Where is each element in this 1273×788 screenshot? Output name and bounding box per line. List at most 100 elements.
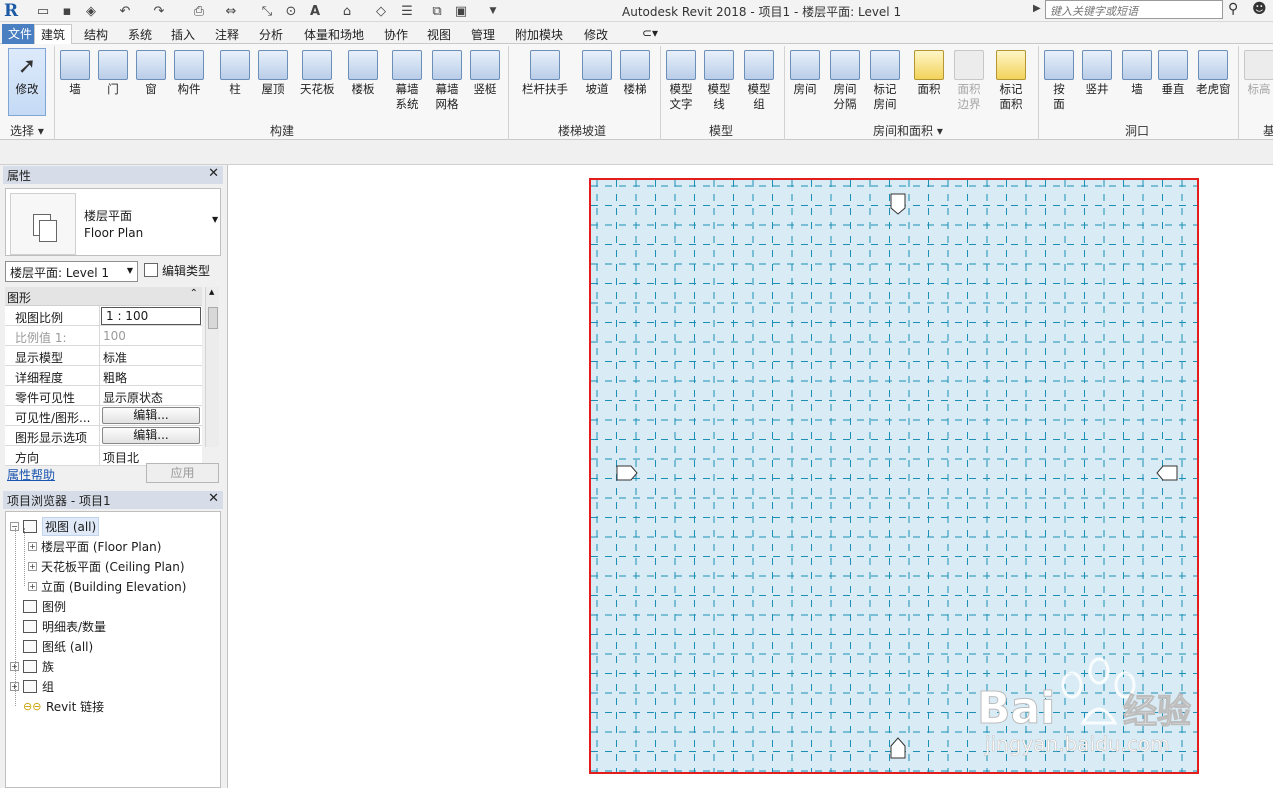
sync-icon[interactable]: ◈ — [82, 2, 100, 20]
ribbon-button-opening-0[interactable]: 按面 — [1044, 50, 1074, 112]
redo-icon[interactable]: ↷ — [150, 2, 168, 20]
measure-icon[interactable]: ⇔ — [222, 2, 240, 20]
tab-8[interactable]: 协作 — [378, 25, 414, 44]
chevron-down-icon[interactable]: ▼ — [212, 215, 218, 224]
tab-6[interactable]: 分析 — [253, 25, 289, 44]
property-value[interactable]: 标准 — [103, 351, 127, 365]
view-scale-field[interactable]: 1 : 100 — [101, 307, 201, 325]
type-selector[interactable]: 楼层平面: Level 1 ▼ — [5, 261, 138, 282]
modify-button[interactable]: ➚ 修改 — [8, 48, 46, 116]
ribbon-button-opening-3[interactable]: 垂直 — [1158, 50, 1188, 97]
ribbon-button-build-3[interactable]: 构件 — [174, 50, 204, 97]
tab-12[interactable]: 修改 — [578, 25, 614, 44]
ribbon-button-build-10[interactable]: 竖梃 — [470, 50, 500, 97]
ribbon-button-stairs-0[interactable]: 栏杆扶手 — [522, 50, 568, 97]
browser-node[interactable]: + 组 — [10, 677, 54, 695]
tab-10[interactable]: 管理 — [465, 25, 501, 44]
ribbon-button-room-2[interactable]: 标记 房间 — [870, 50, 900, 112]
tab-4[interactable]: 插入 — [165, 25, 201, 44]
undo-icon[interactable]: ↶ — [116, 2, 134, 20]
property-row[interactable]: 视图比例 1 : 100 — [5, 306, 202, 326]
expand-icon[interactable]: + — [28, 581, 37, 591]
type-preview[interactable]: 楼层平面 Floor Plan ▼ — [5, 188, 221, 256]
customize-qat-icon[interactable]: ▼ — [484, 2, 502, 20]
ribbon-button-room-5[interactable]: 标记 面积 — [996, 50, 1026, 112]
tab-1[interactable]: 建筑 — [34, 24, 73, 45]
3d-view-icon[interactable]: ⌂ — [338, 2, 356, 20]
tab-5[interactable]: 注释 — [209, 25, 245, 44]
revit-logo-icon[interactable]: R — [4, 1, 24, 21]
ribbon-button-build-4[interactable]: 柱 — [220, 50, 250, 97]
ribbon-button-build-0[interactable]: 墙 — [60, 50, 90, 97]
property-row[interactable]: 图形显示选项 编辑... — [5, 426, 202, 446]
scroll-up-icon[interactable]: ▲ — [209, 288, 214, 296]
thin-lines-icon[interactable]: ☰ — [398, 2, 416, 20]
ribbon-button-build-9[interactable]: 幕墙 网格 — [432, 50, 462, 112]
properties-help-link[interactable]: 属性帮助 — [7, 466, 55, 483]
ribbon-button-opening-1[interactable]: 竖井 — [1082, 50, 1112, 97]
ribbon-button-opening-4[interactable]: 老虎窗 — [1196, 50, 1231, 97]
save-icon[interactable]: ▪ — [58, 2, 76, 20]
property-value[interactable]: 显示原状态 — [103, 391, 163, 405]
ribbon-button-stairs-2[interactable]: 楼梯 — [620, 50, 650, 97]
browser-node[interactable]: + 立面 (Building Elevation) — [28, 577, 186, 595]
property-row[interactable]: 可见性/图形... 编辑... — [5, 406, 202, 426]
collapse-icon[interactable]: ⌃ — [190, 288, 198, 299]
drawing-canvas[interactable] — [229, 165, 1273, 788]
property-value[interactable]: 粗略 — [103, 371, 127, 385]
room-panel-title[interactable]: 房间和面积 ▾ — [873, 122, 943, 139]
tab-3[interactable]: 系统 — [122, 25, 158, 44]
search-input[interactable]: 键入关键字或短语 — [1045, 0, 1223, 19]
ribbon-button-room-0[interactable]: 房间 — [790, 50, 820, 97]
property-value[interactable]: 项目北 — [103, 451, 139, 465]
browser-node[interactable]: + 楼层平面 (Floor Plan) — [28, 537, 161, 555]
ribbon-button-room-3[interactable]: 面积 — [914, 50, 944, 97]
browser-node[interactable]: + 族 — [10, 657, 54, 675]
ribbon-button-room-1[interactable]: 房间 分隔 — [830, 50, 860, 112]
edit-type-button[interactable]: 编辑类型 — [144, 262, 210, 279]
ribbon-button-opening-2[interactable]: 墙 — [1122, 50, 1152, 97]
browser-node[interactable]: 图例 — [10, 597, 66, 615]
ribbon-button-build-6[interactable]: 天花板 — [300, 50, 335, 97]
tab-11[interactable]: 附加模块 — [509, 25, 569, 44]
chevron-right-icon[interactable]: ▶ — [1033, 3, 1041, 14]
close-hidden-icon[interactable]: ⧉ — [428, 2, 446, 20]
browser-node[interactable]: + 天花板平面 (Ceiling Plan) — [28, 557, 185, 575]
user-icon[interactable]: ☻ — [1252, 1, 1267, 17]
switch-windows-icon[interactable]: ▣ — [452, 2, 470, 20]
edit-button[interactable]: 编辑... — [102, 407, 200, 424]
tab-2[interactable]: 结构 — [78, 25, 114, 44]
crop-region[interactable] — [589, 178, 1199, 774]
binoculars-icon[interactable]: ⚲ — [1228, 1, 1238, 17]
property-row[interactable]: 比例值 1: 100 — [5, 326, 202, 346]
open-icon[interactable]: ▭ — [34, 2, 52, 20]
ribbon-button-build-5[interactable]: 屋顶 — [258, 50, 288, 97]
ribbon-button-model-2[interactable]: 模型组 — [744, 50, 774, 112]
ribbon-button-model-1[interactable]: 模型线 — [704, 50, 734, 112]
dimension-icon[interactable]: ⤡ — [258, 2, 276, 20]
print-icon[interactable]: ⎙ — [190, 2, 208, 20]
ribbon-button-base-0[interactable]: 标高 — [1244, 50, 1273, 97]
ribbon-button-model-0[interactable]: 模型 文字 — [666, 50, 696, 112]
ribbon-toggle-icon[interactable]: ⊂▾ — [636, 25, 664, 44]
ribbon-button-build-7[interactable]: 楼板 — [348, 50, 378, 97]
properties-scrollbar[interactable]: ▲ — [205, 287, 219, 447]
property-row[interactable]: 零件可见性 显示原状态 — [5, 386, 202, 406]
property-row[interactable]: 详细程度 粗略 — [5, 366, 202, 386]
expand-icon[interactable]: + — [28, 541, 37, 551]
edit-button[interactable]: 编辑... — [102, 427, 200, 444]
tab-7[interactable]: 体量和场地 — [298, 25, 370, 44]
browser-node[interactable]: 图纸 (all) — [10, 637, 93, 655]
text-icon[interactable]: A — [306, 2, 324, 20]
ribbon-button-stairs-1[interactable]: 坡道 — [582, 50, 612, 97]
ribbon-button-build-8[interactable]: 幕墙 系统 — [392, 50, 422, 112]
expand-icon[interactable]: + — [28, 561, 37, 571]
group-graphics[interactable]: 图形 ⌃ — [5, 287, 202, 306]
select-panel-title[interactable]: 选择 ▾ — [10, 122, 44, 139]
browser-node[interactable]: 明细表/数量 — [10, 617, 106, 635]
close-icon[interactable]: ✕ — [208, 166, 219, 181]
ribbon-button-build-2[interactable]: 窗 — [136, 50, 166, 97]
tab-9[interactable]: 视图 — [421, 25, 457, 44]
ribbon-button-room-4[interactable]: 面积 边界 — [954, 50, 984, 112]
ribbon-button-build-1[interactable]: 门 — [98, 50, 128, 97]
